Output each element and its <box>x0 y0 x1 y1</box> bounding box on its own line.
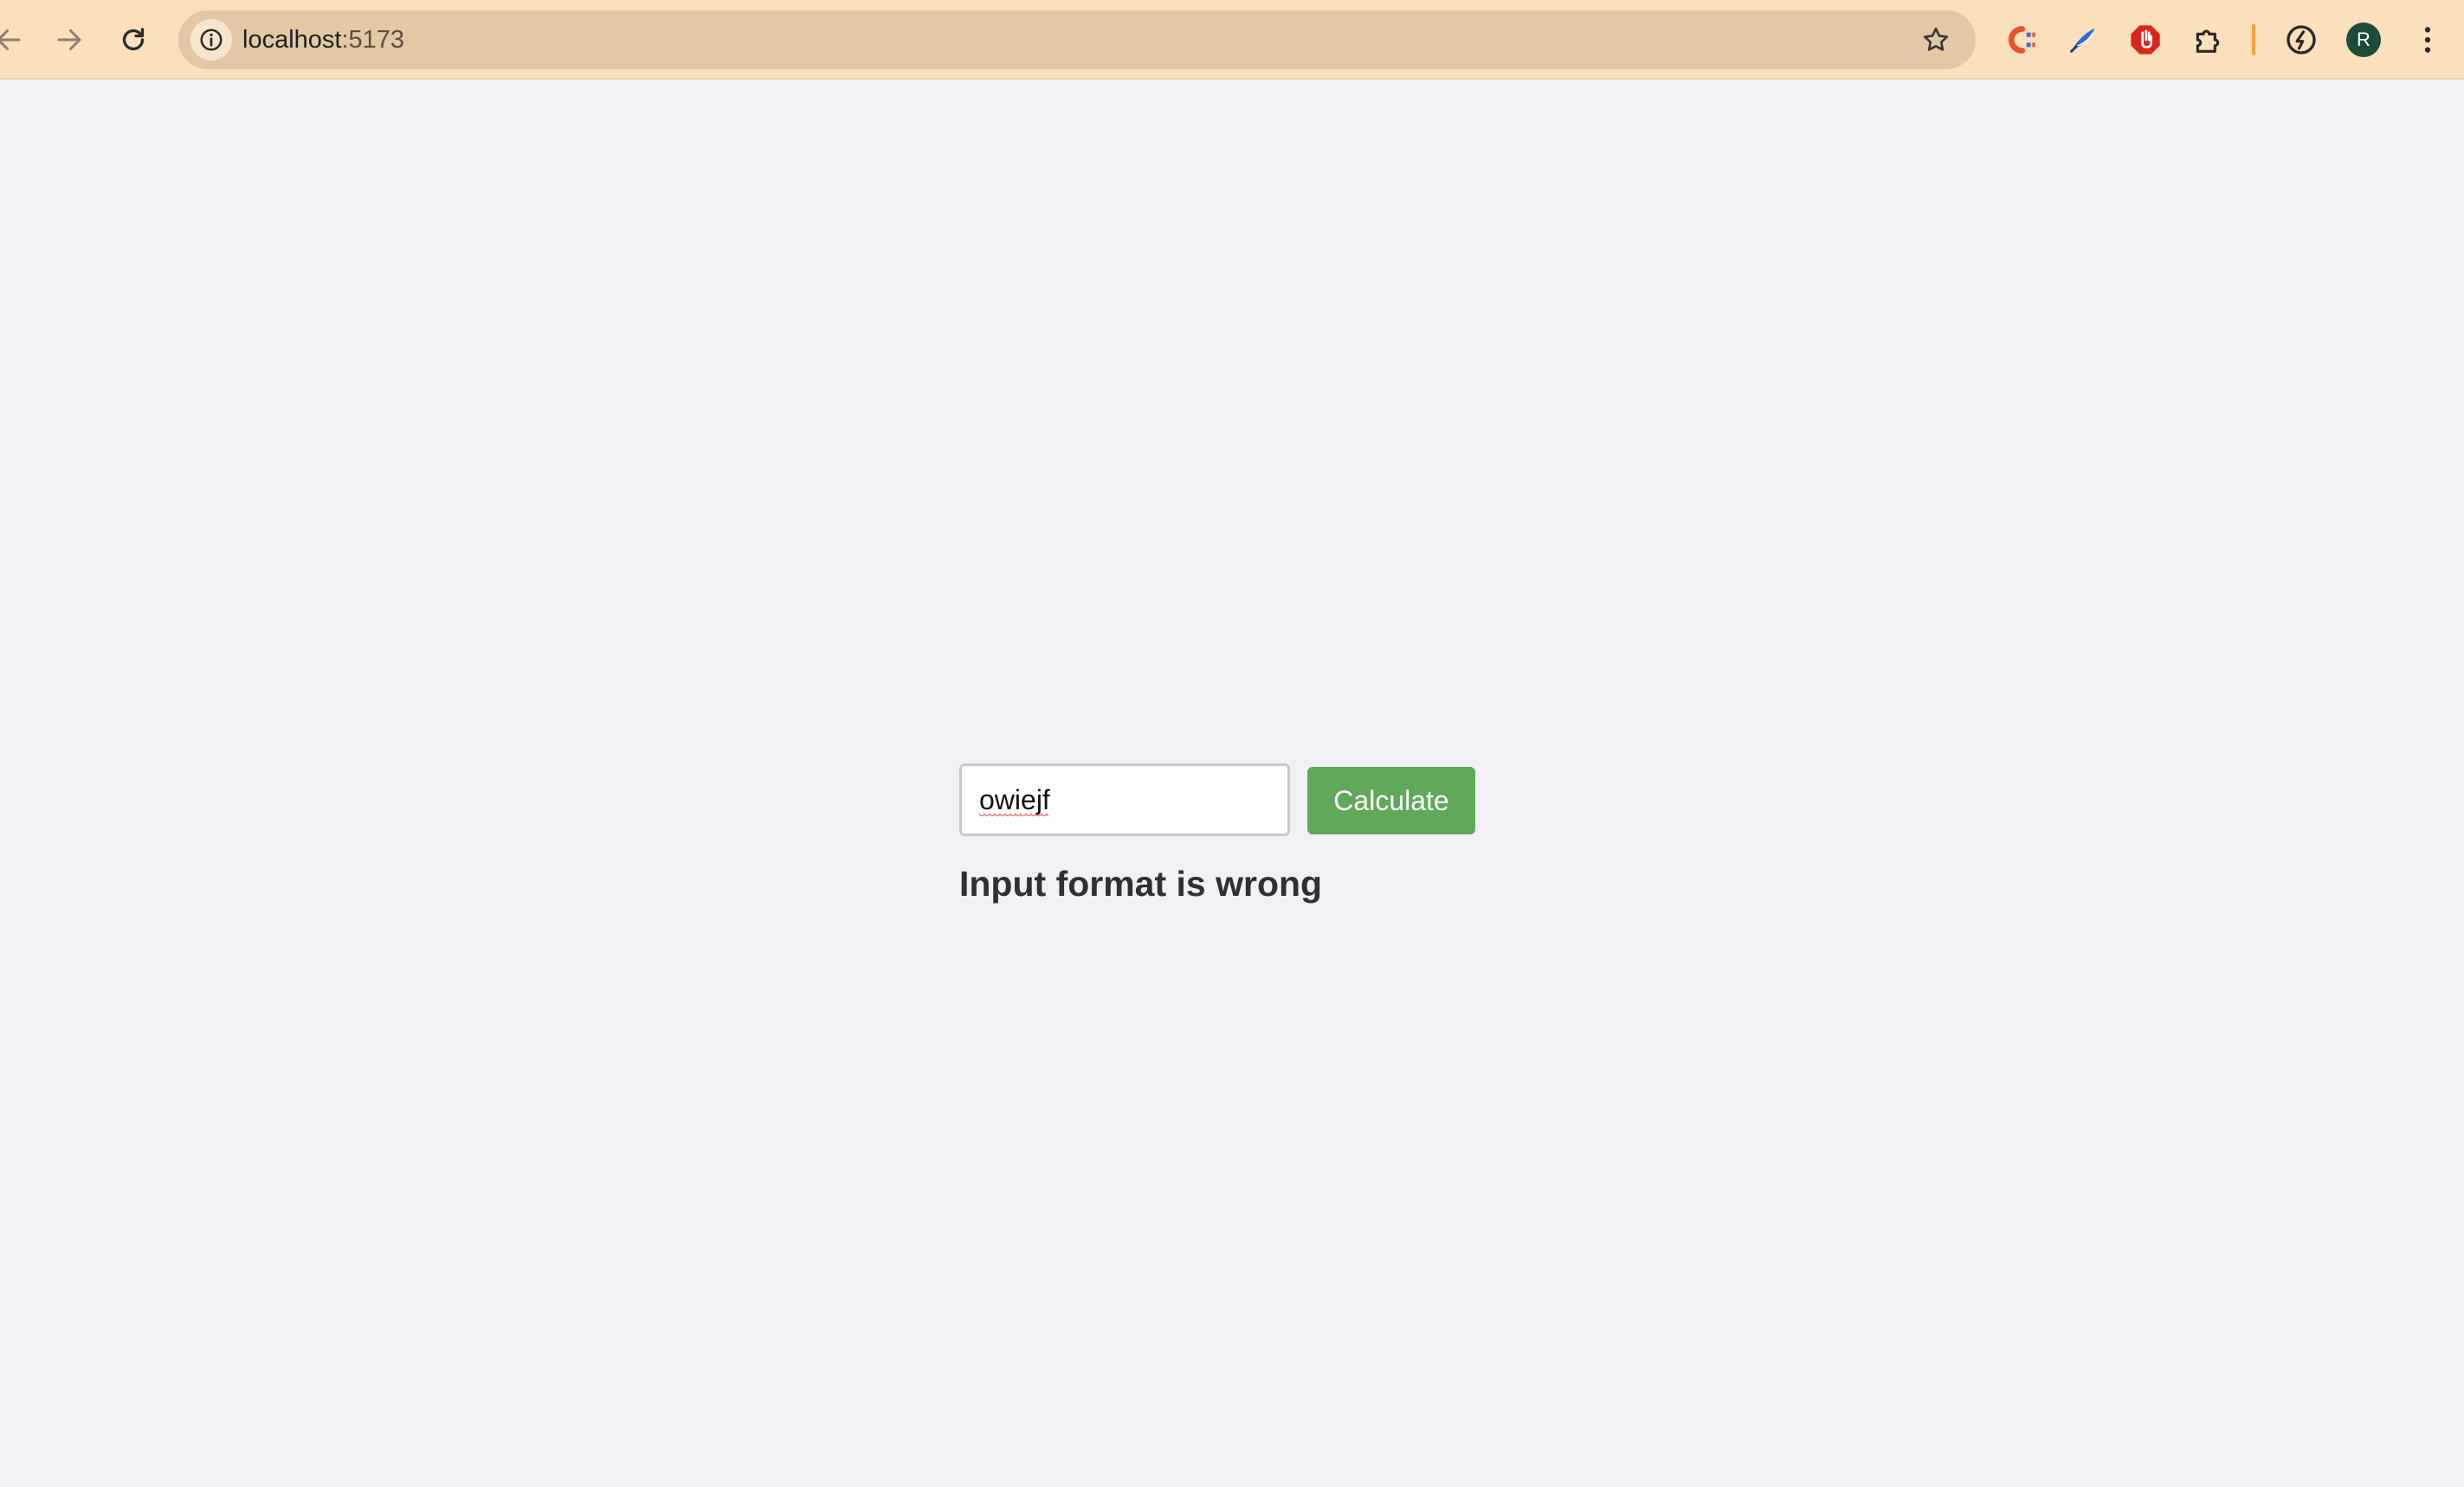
performance-extension-button[interactable] <box>2280 19 2322 61</box>
adblock-icon <box>2131 25 2160 55</box>
calculate-button[interactable]: Calculate <box>1307 767 1475 834</box>
quill-extension-button[interactable] <box>2062 19 2104 61</box>
url-text: localhost:5173 <box>242 10 404 69</box>
spellcheck-underline <box>979 814 1048 819</box>
reload-button[interactable] <box>106 12 161 68</box>
forward-button[interactable] <box>42 12 97 68</box>
back-button[interactable] <box>0 12 36 68</box>
profile-avatar[interactable]: R <box>2346 23 2381 57</box>
colorzilla-extension-button[interactable] <box>2000 19 2042 61</box>
quill-pen-icon <box>2070 28 2095 53</box>
extensions-button[interactable] <box>2187 19 2229 61</box>
puzzle-extensions-icon <box>2196 29 2220 53</box>
url-port: :5173 <box>341 26 405 54</box>
toolbar-divider <box>2252 24 2255 55</box>
browser-menu-button[interactable] <box>2407 19 2448 61</box>
address-bar[interactable]: localhost:5173 <box>178 10 1976 69</box>
adblock-extension-button[interactable] <box>2125 19 2166 61</box>
site-info-button[interactable] <box>190 19 232 61</box>
colorzilla-icon <box>2008 26 2035 54</box>
arrow-left-icon <box>0 29 21 50</box>
reload-icon <box>122 28 145 51</box>
url-host: localhost <box>242 26 342 54</box>
info-icon <box>200 29 223 51</box>
kebab-menu-icon <box>2424 27 2431 53</box>
bookmark-button[interactable] <box>1919 23 1953 57</box>
error-message: Input format is wrong <box>959 864 1323 904</box>
browser-toolbar: localhost:5173 R <box>0 0 2464 80</box>
star-icon <box>1923 27 1949 51</box>
speed-gauge-icon <box>2287 25 2316 55</box>
arrow-right-icon <box>57 29 81 50</box>
expression-input[interactable] <box>959 763 1290 836</box>
